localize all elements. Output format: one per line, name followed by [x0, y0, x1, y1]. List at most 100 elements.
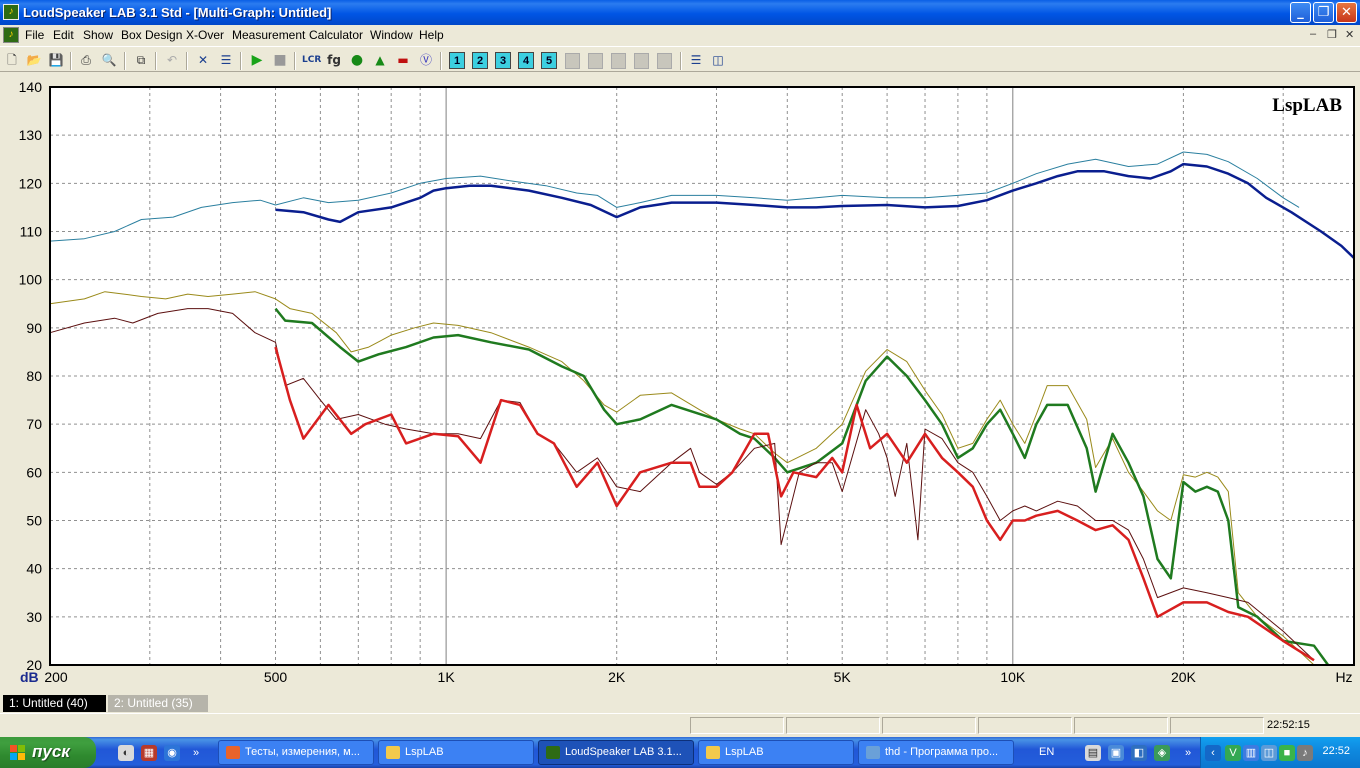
graph-5-button[interactable]: 5 — [541, 52, 557, 69]
mdi-close-button[interactable]: ✕ — [1345, 28, 1354, 41]
toolbar-separator — [240, 52, 242, 70]
tray-app-icon[interactable]: V — [1225, 745, 1241, 761]
copy-icon[interactable]: ⧉ — [132, 51, 150, 69]
graph-tab-1[interactable]: 1: Untitled (40) — [3, 695, 106, 712]
x-tick-label: 200 — [44, 669, 68, 685]
status-time: 22:52:15 — [1267, 719, 1310, 731]
new-icon[interactable]: 🗋 — [3, 51, 21, 69]
taskbar-task[interactable]: thd - Программа про... — [858, 740, 1014, 765]
close-button[interactable]: ✕ — [1336, 2, 1357, 23]
fg-icon[interactable]: fg — [325, 51, 343, 69]
tray-app-icon[interactable]: ▣ — [1108, 745, 1124, 761]
taskbar-task[interactable]: LspLAB — [698, 740, 854, 765]
quicklaunch-icon[interactable]: ◉ — [164, 745, 180, 761]
status-panel — [1170, 717, 1264, 734]
graph-3-button[interactable]: 3 — [495, 52, 511, 69]
plot-background — [50, 87, 1354, 665]
print-preview-icon[interactable]: 🔍 — [100, 51, 118, 69]
stop-icon[interactable]: ■ — [271, 51, 289, 69]
toolbar-separator — [440, 52, 442, 70]
mdi-restore-button[interactable]: ❐ — [1327, 28, 1337, 41]
y-tick-label: 60 — [26, 464, 42, 480]
window-title: LoudSpeaker LAB 3.1 Std - [Multi-Graph: … — [23, 5, 332, 20]
document-icon[interactable]: ♪ — [3, 27, 19, 43]
menu-x-over[interactable]: X-Over — [186, 28, 224, 42]
graph-icon[interactable]: ▲ — [371, 51, 389, 69]
tray-app-icon[interactable]: ▥ — [1243, 745, 1259, 761]
tray-app-icon[interactable]: ▤ — [1085, 745, 1101, 761]
tray-app-icon[interactable]: ◧ — [1131, 745, 1147, 761]
signal-icon[interactable]: ▬ — [394, 51, 412, 69]
x-axis-unit: Hz — [1335, 669, 1352, 685]
minimize-button[interactable]: _ — [1290, 2, 1311, 23]
menu-bar: ♪ File Edit Show Box Design X-Over Measu… — [0, 25, 1360, 45]
play-icon[interactable]: ▶ — [248, 51, 266, 69]
tray-app-icon[interactable]: ■ — [1279, 745, 1295, 761]
status-panel — [1074, 717, 1168, 734]
firefox-icon — [226, 746, 240, 759]
circle-icon[interactable]: ● — [348, 51, 366, 69]
mdi-minimize-button[interactable]: – — [1310, 28, 1316, 40]
open-icon[interactable]: 📂 — [25, 51, 43, 69]
menu-calculator[interactable]: Calculator — [309, 28, 363, 42]
status-panel — [786, 717, 880, 734]
windows-logo-icon — [10, 745, 26, 760]
task-label: LspLAB — [405, 746, 444, 758]
taskbar-task[interactable]: Тесты, измерения, м... — [218, 740, 374, 765]
frequency-response-plot[interactable]: 2030405060708090100110120130140200 500 1K 2… — [0, 73, 1360, 695]
empty-slot-button[interactable] — [634, 53, 649, 69]
network-icon[interactable]: ◫ — [1261, 745, 1277, 761]
task-label: LspLAB — [725, 746, 764, 758]
toolbar-separator — [70, 52, 72, 70]
title-bar[interactable]: ♪ LoudSpeaker LAB 3.1 Std - [Multi-Graph… — [0, 0, 1360, 25]
chevron-icon[interactable]: » — [188, 745, 204, 761]
x-tick-label: 1K — [438, 669, 456, 685]
multi-graph-chart[interactable]: 20 30 40 50 60 70 80 90 100 110 120 130 140 200 500 1K 2… — [0, 73, 1360, 695]
app-icon[interactable]: ♪ — [3, 4, 19, 20]
menu-show[interactable]: Show — [83, 28, 113, 42]
tools-icon[interactable]: ✕ — [194, 51, 212, 69]
language-indicator[interactable]: EN — [1039, 746, 1054, 758]
save-icon[interactable]: 💾 — [47, 51, 65, 69]
clock: 22:52 — [1322, 745, 1350, 757]
undo-icon[interactable]: ↶ — [163, 51, 181, 69]
maximize-button[interactable]: ❐ — [1313, 2, 1334, 23]
tile-horizontal-icon[interactable]: ☰ — [687, 51, 705, 69]
print-icon[interactable]: ⎙ — [77, 51, 95, 69]
empty-slot-button[interactable] — [657, 53, 672, 69]
empty-slot-button[interactable] — [611, 53, 626, 69]
menu-help[interactable]: Help — [419, 28, 444, 42]
quicklaunch-icon[interactable]: ◐ — [118, 745, 134, 761]
lcr-icon[interactable]: LCR — [302, 51, 321, 69]
folder-icon — [706, 746, 720, 759]
chevron-icon[interactable]: » — [1180, 745, 1196, 761]
graph-tab-2[interactable]: 2: Untitled (35) — [108, 695, 208, 712]
v-icon[interactable]: Ⓥ — [417, 51, 435, 69]
taskbar-task[interactable]: LoudSpeaker LAB 3.1... — [538, 740, 694, 765]
toolbar-separator — [294, 52, 296, 70]
y-tick-label: 70 — [26, 416, 42, 432]
tray-app-icon[interactable]: ◈ — [1154, 745, 1170, 761]
sliders-icon[interactable]: ☰ — [217, 51, 235, 69]
graph-2-button[interactable]: 2 — [472, 52, 488, 69]
empty-slot-button[interactable] — [565, 53, 580, 69]
menu-edit[interactable]: Edit — [53, 28, 74, 42]
menu-box-design[interactable]: Box Design — [121, 28, 182, 42]
tile-vertical-icon[interactable]: ◫ — [709, 51, 727, 69]
status-panel — [882, 717, 976, 734]
graph-4-button[interactable]: 4 — [518, 52, 534, 69]
start-button[interactable]: пуск — [0, 737, 96, 768]
graph-1-button[interactable]: 1 — [449, 52, 465, 69]
quicklaunch-icon[interactable]: ▦ — [141, 745, 157, 761]
menu-window[interactable]: Window — [370, 28, 413, 42]
volume-icon[interactable]: ♪ — [1297, 745, 1313, 761]
taskbar-task[interactable]: LspLAB — [378, 740, 534, 765]
tray-expand-icon[interactable]: ‹ — [1205, 745, 1221, 761]
system-tray: ‹ V ▥ ◫ ■ ♪ 22:52 — [1200, 737, 1360, 768]
empty-slot-button[interactable] — [588, 53, 603, 69]
menu-measurement[interactable]: Measurement — [232, 28, 305, 42]
menu-file[interactable]: File — [25, 28, 44, 42]
image-viewer-icon — [866, 746, 880, 759]
loudspeaker-lab-icon — [546, 746, 560, 759]
status-bar: 22:52:15 — [0, 713, 1360, 735]
